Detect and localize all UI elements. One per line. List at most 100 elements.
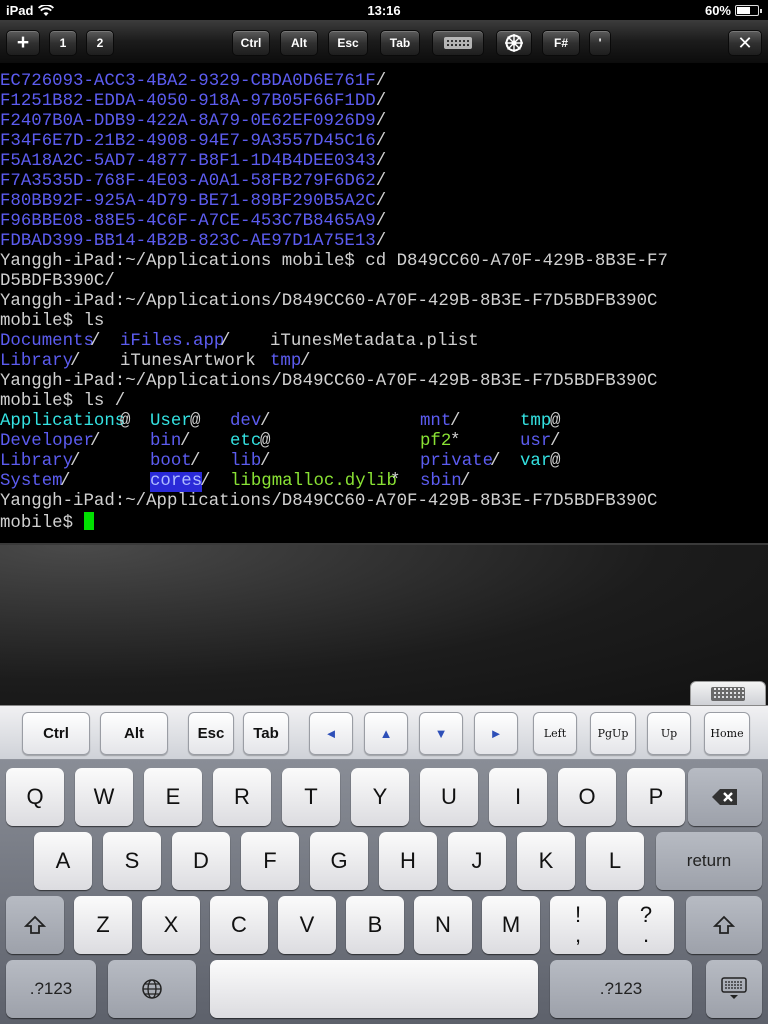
- globe-key[interactable]: [108, 960, 196, 1018]
- battery-percent: 60%: [704, 3, 731, 18]
- terminal-line: Yanggh-iPad:~/Applications/D849CC60-A70F…: [0, 372, 657, 392]
- key-z[interactable]: Z: [74, 896, 132, 954]
- key-s[interactable]: S: [103, 832, 161, 890]
- key-d[interactable]: D: [172, 832, 230, 890]
- extra-key-down-arrow[interactable]: ▼: [419, 712, 463, 755]
- terminal-dir-text: mnt: [420, 412, 452, 431]
- key-x[interactable]: X: [142, 896, 200, 954]
- right-shift-key[interactable]: [686, 896, 762, 954]
- hide-keyboard-tab[interactable]: [690, 681, 766, 705]
- backspace-key[interactable]: [688, 768, 762, 826]
- globe-icon: [142, 979, 162, 999]
- extra-key-left[interactable]: Left: [533, 712, 577, 755]
- numbers-key-right[interactable]: .?123: [550, 960, 692, 1018]
- key-n[interactable]: N: [414, 896, 472, 954]
- terminal-text: iTunesArtwork: [120, 352, 256, 371]
- keyboard-dismiss-icon: [721, 977, 747, 999]
- terminal-dir-text: iFiles.app: [120, 332, 225, 351]
- window-2-button[interactable]: 2: [86, 30, 114, 56]
- terminal-text: Yanggh-iPad:~/Applications/D849CC60-A70F…: [0, 292, 658, 311]
- terminal-line: F1251B82-EDDA-4050-918A-97B05F66F1DD/: [0, 92, 386, 112]
- terminal-cursor: [83, 512, 94, 530]
- key-w[interactable]: W: [75, 768, 133, 826]
- new-window-button[interactable]: +: [6, 30, 40, 56]
- extra-key-alt[interactable]: Alt: [100, 712, 168, 755]
- key-j[interactable]: J: [448, 832, 506, 890]
- key-h[interactable]: H: [379, 832, 437, 890]
- terminal-dir-text: F80BB92F-925A-4D79-BE71-89BF290B5A2C: [0, 192, 376, 211]
- terminal-dir-text: FDBAD399-BB14-4B2B-823C-AE97D1A75E13: [0, 232, 376, 251]
- key-e[interactable]: E: [144, 768, 202, 826]
- extra-key-left-arrow[interactable]: ◄: [309, 712, 353, 755]
- toolbar-tab-button[interactable]: Tab: [380, 30, 420, 56]
- terminal-dir-text: F7A3535D-768F-4E03-A0A1-58FB279F6D62: [0, 172, 376, 191]
- terminal-line: mobile$ ls: [0, 312, 104, 332]
- left-shift-key[interactable]: [6, 896, 64, 954]
- key-i[interactable]: I: [489, 768, 547, 826]
- terminal-line: EC726093-ACC3-4BA2-9329-CBDA0D6E761F/: [0, 72, 386, 92]
- extra-key-right-arrow[interactable]: ►: [474, 712, 518, 755]
- terminal-text: /: [90, 332, 101, 351]
- key-p[interactable]: P: [627, 768, 685, 826]
- exclaim-comma-key[interactable]: !,: [550, 896, 606, 954]
- extra-key-up-arrow[interactable]: ▲: [364, 712, 408, 755]
- key-l[interactable]: L: [586, 832, 644, 890]
- key-v[interactable]: V: [278, 896, 336, 954]
- terminal-text: D5BDFB390C/: [0, 272, 115, 291]
- extra-key-pgup[interactable]: PgUp: [590, 712, 636, 755]
- toolbar-fsharp-button[interactable]: F#: [542, 30, 580, 56]
- terminal-link-text: User: [150, 412, 192, 431]
- terminal-dir-text: System: [0, 472, 63, 491]
- key-y[interactable]: Y: [351, 768, 409, 826]
- extra-key-tab[interactable]: Tab: [243, 712, 289, 755]
- toolbar-esc-button[interactable]: Esc: [328, 30, 368, 56]
- dismiss-keyboard-key[interactable]: [706, 960, 762, 1018]
- key-f[interactable]: F: [241, 832, 299, 890]
- terminal-line: Yanggh-iPad:~/Applications/D849CC60-A70F…: [0, 492, 657, 512]
- key-c[interactable]: C: [210, 896, 268, 954]
- key-k[interactable]: K: [517, 832, 575, 890]
- terminal-line: F96BBE08-88E5-4C6F-A7CE-453C7B8465A9/: [0, 212, 386, 232]
- terminal-line: F2407B0A-DDB9-422A-8A79-0E62EF0926D9/: [0, 112, 386, 132]
- terminal-text: *: [450, 432, 461, 451]
- terminal-line: F5A18A2C-5AD7-4877-B8F1-1D4B4DEE0343/: [0, 152, 386, 172]
- terminal-dir-text: bin: [150, 432, 182, 451]
- key-q[interactable]: Q: [6, 768, 64, 826]
- window-1-button[interactable]: 1: [49, 30, 77, 56]
- toolbar-settings-button[interactable]: [496, 30, 532, 56]
- terminal-line: F34F6E7D-21B2-4908-94E7-9A3557D45C16/: [0, 132, 386, 152]
- question-period-key[interactable]: ?.: [618, 896, 674, 954]
- key-b[interactable]: B: [346, 896, 404, 954]
- toolbar-ctrl-button[interactable]: Ctrl: [232, 30, 270, 56]
- terminal-text: /: [375, 232, 387, 251]
- close-button[interactable]: ✕: [728, 30, 762, 56]
- key-u[interactable]: U: [420, 768, 478, 826]
- terminal-text: /: [70, 452, 81, 471]
- space-key[interactable]: [210, 960, 538, 1018]
- terminal-line: D5BDFB390C/: [0, 272, 115, 292]
- terminal-line: F7A3535D-768F-4E03-A0A1-58FB279F6D62/: [0, 172, 386, 192]
- terminal-text: /: [375, 172, 387, 191]
- terminal-output[interactable]: EC726093-ACC3-4BA2-9329-CBDA0D6E761F/F12…: [0, 64, 768, 544]
- close-icon: ✕: [737, 32, 753, 53]
- extra-key-home[interactable]: Home: [704, 712, 750, 755]
- extra-key-esc[interactable]: Esc: [188, 712, 234, 755]
- onscreen-keyboard: QWERTYUIOP ASDFGHJKL return ZXCVBNM !, ?…: [0, 760, 768, 1024]
- key-m[interactable]: M: [482, 896, 540, 954]
- toolbar-alt-button[interactable]: Alt: [280, 30, 318, 56]
- key-r[interactable]: R: [213, 768, 271, 826]
- key-o[interactable]: O: [558, 768, 616, 826]
- terminal-text: /: [550, 432, 561, 451]
- terminal-text: /: [375, 152, 387, 171]
- key-t[interactable]: T: [282, 768, 340, 826]
- toolbar-keyboard-button[interactable]: [432, 30, 484, 56]
- numbers-key-left[interactable]: .?123: [6, 960, 96, 1018]
- extra-key-ctrl[interactable]: Ctrl: [22, 712, 90, 755]
- key-g[interactable]: G: [310, 832, 368, 890]
- extra-key-up[interactable]: Up: [647, 712, 691, 755]
- terminal-background: [0, 545, 768, 705]
- toolbar-quote-button[interactable]: ': [589, 30, 611, 56]
- return-key[interactable]: return: [656, 832, 762, 890]
- terminal-text: mobile$: [0, 514, 84, 533]
- key-a[interactable]: A: [34, 832, 92, 890]
